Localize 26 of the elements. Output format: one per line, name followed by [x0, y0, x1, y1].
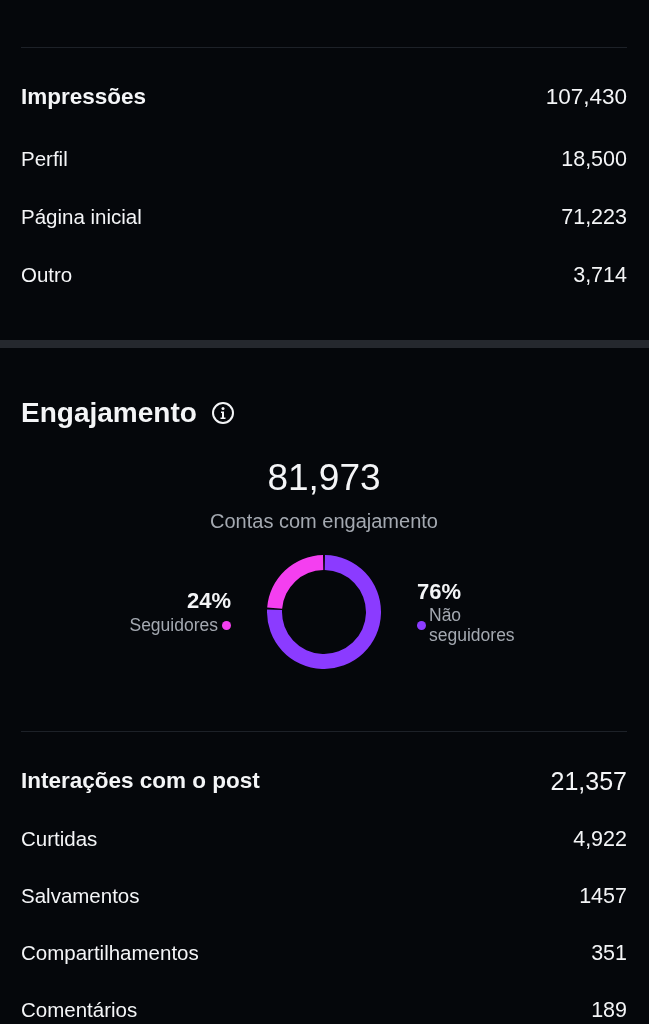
metric-value: 189: [591, 998, 627, 1022]
metric-label: Compartilhamentos: [21, 941, 199, 965]
section-title: Engajamento: [21, 397, 197, 429]
metric-label: Perfil: [21, 147, 68, 171]
section-title: Impressões: [21, 83, 147, 111]
metric-value: 351: [591, 941, 627, 965]
info-icon[interactable]: [211, 402, 234, 424]
legend-label: Seguidores: [129, 614, 218, 636]
percent-value: 76%: [417, 579, 462, 605]
metric-value: 3,714: [573, 263, 627, 287]
metric-label: Salvamentos: [21, 884, 140, 908]
section-title: Interações com o post: [21, 767, 260, 795]
section-total: 21,357: [550, 767, 627, 795]
engaged-accounts-caption: Contas com engajamento: [210, 509, 438, 533]
metric-value: 18,500: [561, 147, 627, 171]
metric-value: 4,922: [573, 827, 627, 851]
metric-label: Outro: [21, 263, 73, 287]
metric-label: Curtidas: [21, 827, 98, 851]
section-total: 107,430: [545, 83, 627, 111]
metric-label: Comentários: [21, 998, 138, 1022]
metric-value: 1457: [579, 884, 627, 908]
percent-value: 24%: [186, 588, 231, 614]
metric-label: Página inicial: [21, 205, 142, 229]
engaged-accounts-count: 81,973: [267, 456, 381, 500]
metric-value: 71,223: [561, 205, 627, 229]
legend-label: Não seguidores: [429, 605, 516, 645]
